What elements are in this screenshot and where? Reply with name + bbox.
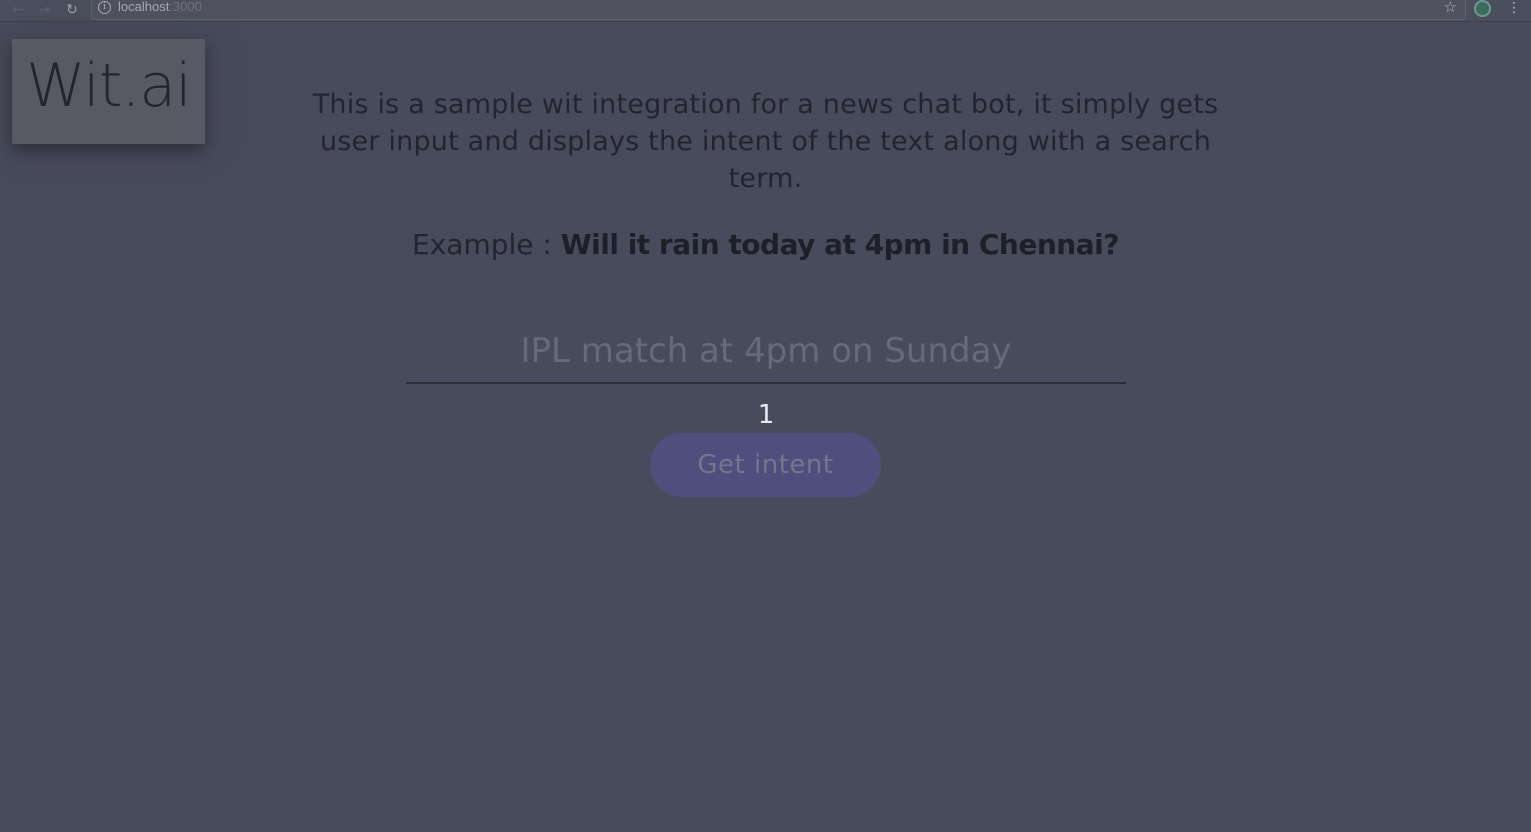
logo-card: Wit.ai [12,39,205,144]
url-text: localhost:3000 [118,0,202,14]
url-port: :3000 [169,0,202,14]
request-counter: 1 [757,400,775,430]
address-bar[interactable]: i localhost:3000 ☆ [91,0,1466,20]
extension-icon[interactable] [1474,0,1491,17]
back-arrow-icon[interactable]: ← [9,1,27,19]
browser-menu-icon[interactable]: ⋮ [1507,0,1521,18]
bookmark-star-icon[interactable]: ☆ [1444,0,1457,16]
forward-arrow-icon[interactable]: → [35,1,53,19]
example-query: Will it rain today at 4pm in Chennai? [560,228,1120,261]
info-icon[interactable]: i [98,1,111,14]
query-input[interactable] [406,320,1126,384]
get-intent-button[interactable]: Get intent [650,433,881,497]
example-label: Example : [412,228,561,261]
browser-toolbar: ← → ↻ i localhost:3000 ☆ ⋮ [0,0,1531,22]
logo-text: Wit.ai [26,51,192,121]
reload-icon[interactable]: ↻ [63,1,81,19]
url-host: localhost [118,0,170,14]
example-line: Example : Will it rain today at 4pm in C… [300,228,1231,261]
intro-description: This is a sample wit integration for a n… [312,89,1219,194]
